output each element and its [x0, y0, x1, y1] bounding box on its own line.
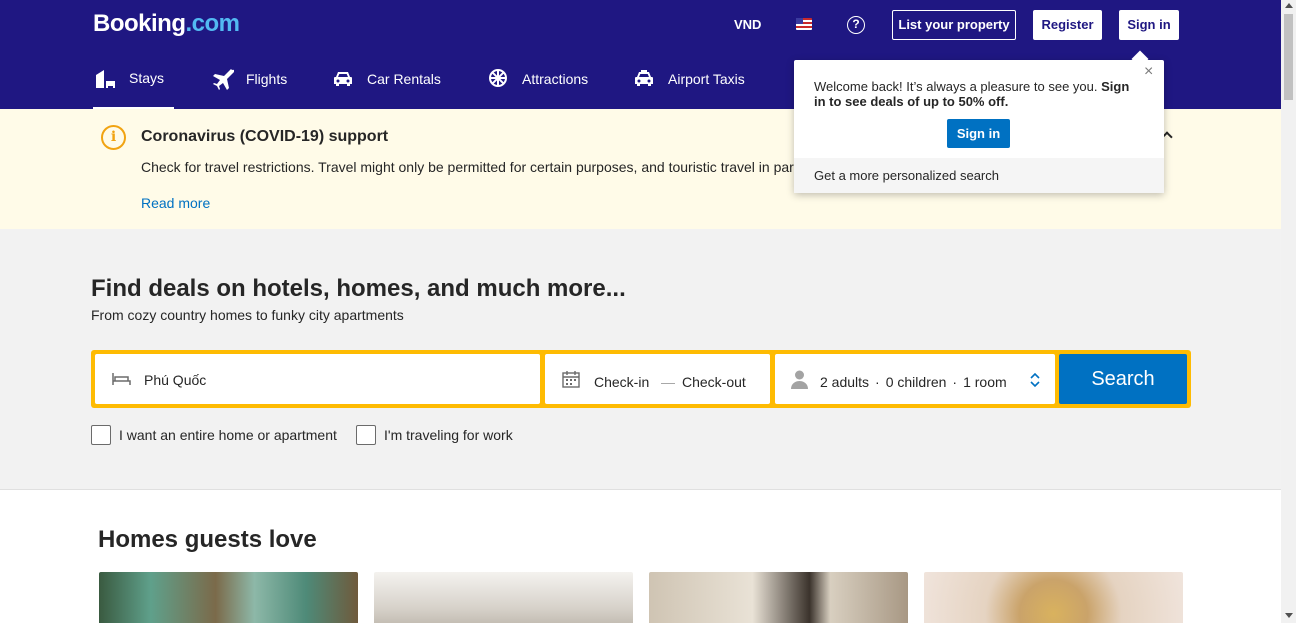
ferris-wheel-icon — [489, 69, 507, 87]
work-travel-checkbox[interactable] — [356, 425, 376, 445]
date-field[interactable]: Check-in — Check-out — [545, 354, 770, 404]
register-button[interactable]: Register — [1033, 10, 1102, 40]
popup-message: Welcome back! It’s always a pleasure to … — [814, 79, 1130, 109]
scroll-thumb[interactable] — [1284, 14, 1293, 100]
home-card-image[interactable] — [649, 572, 908, 623]
signin-button[interactable]: Sign in — [1119, 10, 1179, 40]
covid-title: Coronavirus (COVID-19) support — [141, 128, 389, 145]
destination-field[interactable] — [95, 354, 540, 404]
calendar-icon — [562, 371, 580, 388]
popup-signin-button[interactable]: Sign in — [947, 119, 1010, 148]
tab-label: Airport Taxis — [668, 71, 745, 87]
checkin-label: Check-in — [594, 374, 650, 390]
guests-field[interactable]: 2 adults · 0 children · 1 room — [775, 354, 1055, 404]
hero-subtitle: From cozy country homes to funky city ap… — [91, 307, 404, 323]
search-bar: Check-in — Check-out 2 adults·0 children… — [91, 350, 1191, 408]
bed-icon — [112, 373, 131, 385]
entire-home-label[interactable]: I want an entire home or apartment — [119, 427, 337, 443]
tab-label: Car Rentals — [367, 71, 441, 87]
chevron-updown-icon — [1030, 372, 1040, 388]
popup-footer[interactable]: Get a more personalized search — [794, 158, 1164, 193]
homes-section-title: Homes guests love — [98, 526, 317, 553]
signin-popup: × Welcome back! It’s always a pleasure t… — [794, 60, 1164, 193]
tab-label: Flights — [246, 71, 288, 87]
date-separator: — — [661, 374, 675, 390]
hero-title: Find deals on hotels, homes, and much mo… — [91, 275, 626, 302]
tab-car-rentals[interactable]: Car Rentals — [331, 58, 441, 109]
close-icon[interactable]: × — [1144, 63, 1153, 81]
info-icon: i — [101, 125, 126, 150]
taxi-icon — [635, 70, 653, 86]
bed-building-icon — [96, 70, 115, 88]
list-property-button[interactable]: List your property — [892, 10, 1016, 40]
tab-label: Stays — [129, 70, 165, 86]
scroll-down-arrow-icon[interactable] — [1285, 613, 1293, 618]
home-card-image[interactable] — [924, 572, 1183, 623]
booking-logo[interactable]: Booking.com — [93, 10, 240, 38]
us-flag-icon[interactable] — [796, 18, 812, 30]
guests-summary: 2 adults · 0 children · 1 room — [820, 374, 1007, 390]
currency-selector[interactable]: VND — [734, 17, 761, 32]
tab-flights[interactable]: Flights — [210, 58, 287, 109]
read-more-link[interactable]: Read more — [141, 195, 210, 211]
covid-text: Check for travel restrictions. Travel mi… — [141, 159, 801, 175]
destination-input[interactable] — [144, 369, 524, 391]
help-icon[interactable]: ? — [847, 16, 865, 34]
vertical-scrollbar[interactable] — [1281, 0, 1296, 623]
home-card-image[interactable] — [374, 572, 633, 623]
tab-airport-taxis[interactable]: Airport Taxis — [632, 58, 745, 109]
person-icon — [791, 370, 808, 389]
car-icon — [334, 72, 352, 86]
home-card-image[interactable] — [99, 572, 358, 623]
entire-home-checkbox[interactable] — [91, 425, 111, 445]
tab-label: Attractions — [522, 71, 589, 87]
airplane-icon — [213, 69, 234, 90]
tab-stays[interactable]: Stays — [93, 58, 174, 109]
scroll-up-arrow-icon[interactable] — [1285, 3, 1293, 8]
checkout-label: Check-out — [682, 374, 746, 390]
tab-attractions[interactable]: Attractions — [486, 58, 588, 109]
work-travel-label[interactable]: I'm traveling for work — [384, 427, 513, 443]
search-button[interactable]: Search — [1059, 354, 1187, 404]
